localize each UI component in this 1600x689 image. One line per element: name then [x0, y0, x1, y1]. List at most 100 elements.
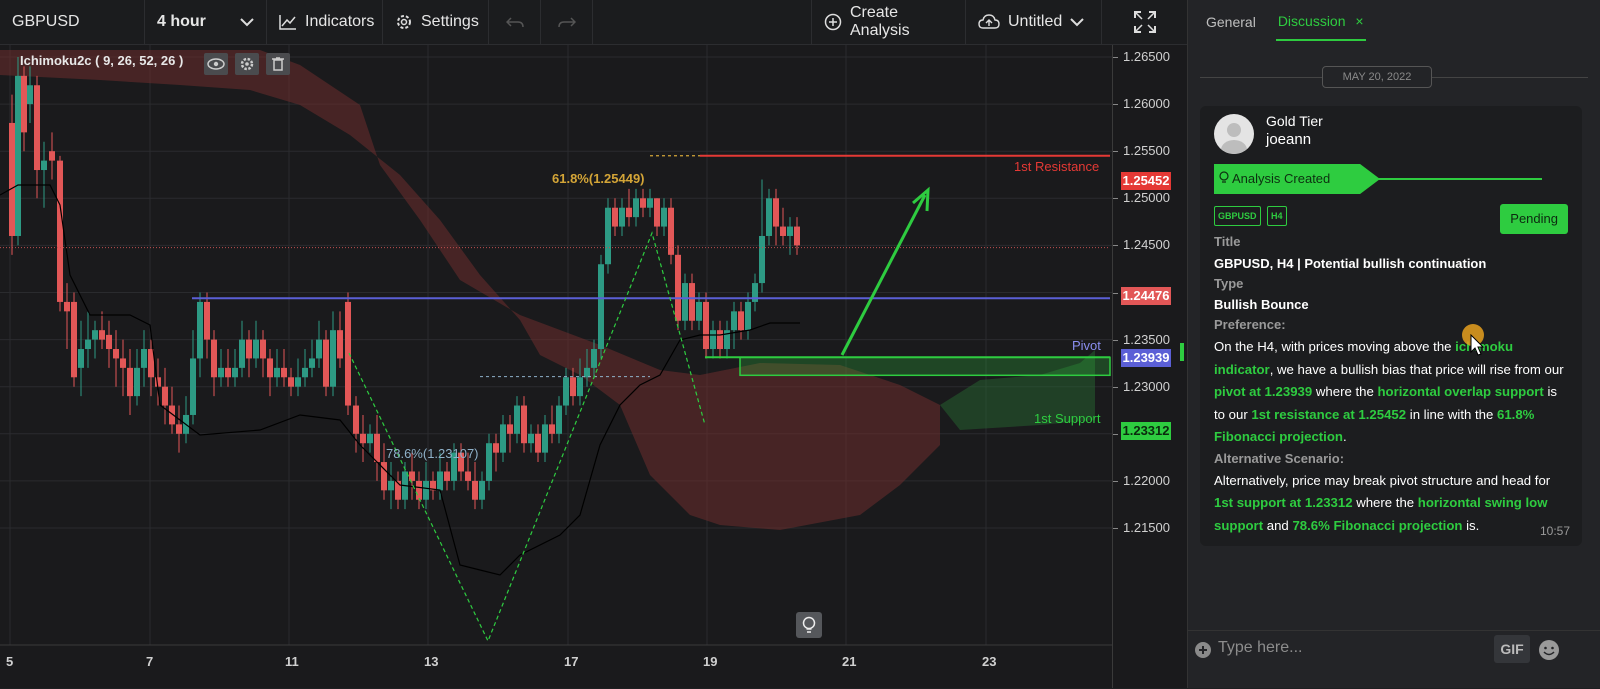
redo-button[interactable] — [541, 0, 593, 44]
timeframe-selector[interactable]: 4 hour — [145, 0, 267, 44]
price-tick: 1.23500 — [1113, 332, 1170, 347]
type-label: Type — [1214, 276, 1244, 291]
resistance-price-label: 1.25452 — [1121, 172, 1171, 190]
candle-body — [267, 358, 273, 378]
trash-icon[interactable] — [266, 53, 290, 75]
lightbulb-button[interactable] — [796, 612, 822, 638]
create-analysis-button[interactable]: Create Analysis — [812, 0, 966, 44]
candle-body — [668, 207, 674, 255]
candle-body — [416, 480, 422, 500]
candle-body — [612, 207, 618, 227]
candle-body — [745, 301, 751, 331]
message-time: 10:57 — [1539, 524, 1570, 538]
price-tick: 1.21500 — [1113, 520, 1170, 535]
candle-body — [316, 339, 322, 359]
indicator-label: Ichimoku2c ( 9, 26, 52, 26 ) — [20, 53, 184, 68]
undo-button[interactable] — [489, 0, 541, 44]
symbol-label: GBPUSD — [12, 13, 80, 30]
candle-body — [288, 377, 294, 387]
symbol-selector[interactable]: GBPUSD — [0, 0, 145, 44]
candle-body — [521, 405, 527, 444]
indicators-button[interactable]: Indicators — [267, 0, 383, 44]
panel-tabs: General Discussion × — [1188, 0, 1600, 44]
candle-body — [794, 226, 800, 246]
eye-icon[interactable] — [204, 53, 228, 75]
candle-body — [41, 160, 47, 171]
date-tick: 5 — [6, 654, 14, 669]
candle-body — [654, 198, 660, 227]
tab-general[interactable]: General — [1204, 4, 1258, 40]
candle-body — [542, 424, 548, 453]
candle-body — [64, 301, 70, 312]
candle-body — [260, 339, 266, 359]
candle-body — [113, 349, 119, 359]
date-tick: 23 — [982, 654, 997, 669]
candle-body — [239, 339, 245, 368]
candle-body — [120, 358, 126, 368]
tab-discussion[interactable]: Discussion × — [1275, 3, 1366, 41]
emoji-icon[interactable] — [1538, 639, 1560, 666]
preference-text: On the H4, with prices moving above the … — [1214, 339, 1564, 444]
candle-body — [211, 339, 217, 378]
candle-body — [281, 367, 287, 378]
candle-body — [787, 226, 793, 236]
candle-body — [232, 367, 238, 378]
layout-name: Untitled — [1008, 13, 1063, 30]
candle-body — [295, 377, 301, 387]
fib-786-label: 78.6%(1.23107) — [386, 446, 479, 461]
timeframe-label: 4 hour — [157, 13, 206, 30]
candle-body — [34, 85, 40, 171]
candle-body — [780, 226, 786, 236]
create-analysis-label: Create Analysis — [850, 4, 910, 39]
close-icon[interactable]: × — [1355, 13, 1363, 29]
ichimoku-cloud — [0, 50, 1095, 530]
date-label: MAY 20, 2022 — [1322, 66, 1432, 88]
fullscreen-button[interactable] — [1102, 0, 1187, 44]
candle-body — [661, 207, 667, 227]
alternative-label: Alternative Scenario: — [1214, 450, 1345, 466]
candle-body — [218, 367, 224, 378]
message-input-bar: Type here... GIF — [1188, 630, 1600, 689]
price-chart[interactable]: Ichimoku2c ( 9, 26, 52, 26 ) 61.8%(1.254… — [0, 45, 1188, 688]
gear-icon — [395, 13, 413, 31]
price-axis[interactable]: 1.265001.260001.255001.250001.245001.240… — [1112, 45, 1188, 688]
username[interactable]: joeann — [1266, 130, 1311, 150]
candle-body — [330, 330, 336, 387]
candle-body — [197, 301, 203, 359]
candle-body — [465, 471, 471, 481]
price-tick: 1.26500 — [1113, 49, 1170, 64]
panel-resize-handle[interactable] — [1180, 343, 1184, 361]
candle-body — [605, 207, 611, 265]
fullscreen-icon — [1133, 11, 1156, 33]
candle-body — [479, 480, 485, 500]
candle-body — [759, 235, 765, 284]
lightbulb-icon — [802, 616, 816, 633]
add-icon[interactable] — [1194, 641, 1212, 664]
candle-body — [162, 386, 168, 406]
price-tick: 1.23000 — [1113, 379, 1170, 394]
candle-body — [127, 367, 133, 397]
candle-body — [345, 301, 351, 406]
timeframe-tag: H4 — [1267, 206, 1287, 226]
candle-body — [437, 471, 443, 491]
message-input[interactable]: Type here... — [1218, 639, 1303, 657]
undo-icon — [505, 15, 524, 29]
fib-618-label: 61.8%(1.25449) — [552, 171, 645, 186]
avatar[interactable] — [1214, 114, 1254, 154]
indicator-settings-icon[interactable] — [235, 53, 259, 75]
current-price-label: 1.24476 — [1121, 287, 1171, 305]
candle-body — [225, 367, 231, 378]
settings-button[interactable]: Settings — [383, 0, 489, 44]
candle-body — [647, 198, 653, 208]
layout-selector[interactable]: Untitled — [966, 0, 1102, 44]
resistance-label: 1st Resistance — [1014, 159, 1100, 174]
candle-body — [472, 480, 478, 500]
candle-body — [598, 264, 604, 350]
gif-button[interactable]: GIF — [1494, 635, 1530, 663]
candle-body — [710, 330, 716, 350]
candle-body — [49, 151, 55, 161]
candle-body — [563, 377, 569, 406]
candle-body — [309, 358, 315, 368]
candle-body — [549, 424, 555, 434]
chart-canvas[interactable] — [0, 45, 1112, 688]
